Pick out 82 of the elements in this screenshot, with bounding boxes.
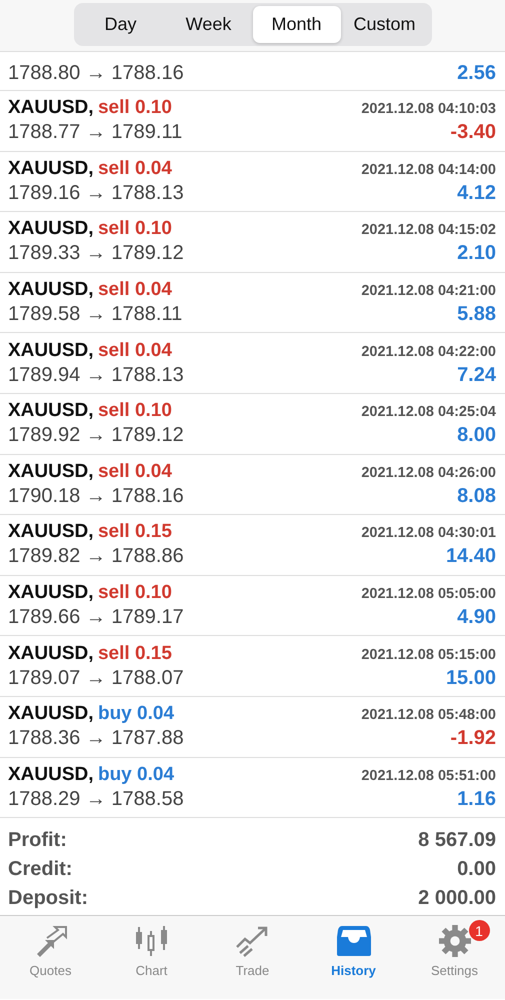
order-label: sell 0.04	[98, 460, 172, 482]
symbol-label: XAUUSD,	[8, 97, 94, 118]
price-range: 1788.77 → 1789.11	[8, 121, 182, 144]
tab-bar-item[interactable]: Settings 1	[404, 916, 505, 1000]
candlestick-icon	[134, 925, 170, 958]
deal-profit: 15.00	[446, 666, 496, 690]
symbol-label: XAUUSD,	[8, 703, 94, 724]
deal-profit: 7.24	[457, 364, 496, 387]
price-range: 1789.66 → 1789.17	[8, 606, 184, 630]
order-label: sell 0.04	[98, 340, 172, 361]
order-label: sell 0.10	[98, 400, 172, 422]
symbol-label: XAUUSD,	[8, 158, 94, 179]
order-label: sell 0.10	[98, 218, 172, 240]
symbol-label: XAUUSD,	[8, 521, 94, 542]
period-tab[interactable]: Month	[252, 6, 340, 43]
price-range: 1789.92 → 1789.12	[8, 424, 184, 448]
order-label: sell 0.04	[98, 158, 172, 179]
deal-profit: 8.00	[457, 424, 496, 448]
deal-time: 2021.12.08 04:15:02	[361, 222, 496, 238]
period-tab[interactable]: Day	[76, 6, 164, 43]
symbol-label: XAUUSD,	[8, 340, 94, 361]
deal-time: 2021.12.08 04:14:00	[361, 162, 496, 178]
deal-profit: 8.08	[457, 484, 496, 508]
symbol-label: XAUUSD,	[8, 218, 94, 240]
price-range: 1790.18 → 1788.16	[8, 484, 184, 508]
summary-value: 2 000.00	[418, 886, 496, 912]
summary-value: 0.00	[457, 857, 496, 882]
symbol-label: XAUUSD,	[8, 400, 94, 422]
deal-time: 2021.12.08 04:21:00	[361, 283, 496, 300]
summary-label: Deposit:	[8, 886, 88, 912]
deal-profit: 14.40	[446, 545, 496, 568]
deal-profit: -3.40	[450, 121, 496, 144]
price-range: 1789.94 → 1788.13	[8, 364, 184, 387]
order-label: sell 0.04	[98, 279, 172, 300]
price-range: 1789.16 → 1788.13	[8, 182, 184, 205]
deal-profit: 5.88	[457, 303, 496, 326]
deal-time: 2021.12.08 04:10:03	[361, 101, 496, 118]
inbox-icon	[336, 925, 372, 958]
tab-bar-item[interactable]: History	[303, 916, 404, 1000]
tab-bar-item[interactable]: Chart	[101, 916, 202, 1000]
summary-value: 8 567.09	[418, 828, 496, 854]
price-range: 1789.58 → 1788.11	[8, 303, 182, 326]
order-label: buy 0.04	[98, 764, 174, 785]
symbol-label: XAUUSD,	[8, 764, 94, 785]
deal-time: 2021.12.08 04:26:00	[361, 464, 496, 481]
price-range: 1788.36 → 1787.88	[8, 727, 184, 750]
price-range: 1789.07 → 1788.07	[8, 666, 184, 690]
deal-time: 2021.12.08 04:30:01	[361, 525, 496, 542]
deal-profit: 4.90	[457, 606, 496, 630]
symbol-label: XAUUSD,	[8, 279, 94, 300]
tab-bar-item[interactable]: Quotes	[0, 916, 101, 1000]
deal-time: 2021.12.08 04:22:00	[361, 344, 496, 360]
symbol-label: XAUUSD,	[8, 642, 94, 664]
summary-label: Profit:	[8, 828, 67, 854]
order-label: sell 0.15	[98, 521, 172, 542]
order-label: buy 0.04	[98, 703, 174, 724]
order-label: sell 0.10	[98, 97, 172, 118]
price-range: 1788.29 → 1788.58	[8, 788, 184, 811]
price-range: 1789.33 → 1789.12	[8, 242, 184, 266]
settings-icon	[438, 925, 472, 958]
deal-time: 2021.12.08 05:51:00	[361, 768, 496, 784]
price-range: 1788.80 → 1788.16	[8, 62, 184, 85]
deal-time: 2021.12.08 05:15:00	[361, 646, 496, 663]
deal-time: 2021.12.08 05:48:00	[361, 707, 496, 724]
trend-icon	[234, 925, 270, 958]
symbol-label: XAUUSD,	[8, 582, 94, 604]
deal-profit: 4.12	[457, 182, 496, 205]
symbol-label: XAUUSD,	[8, 460, 94, 482]
order-label: sell 0.15	[98, 642, 172, 664]
period-tab[interactable]: Custom	[340, 6, 428, 43]
deal-time: 2021.12.08 05:05:00	[361, 586, 496, 602]
deal-profit: 2.56	[457, 62, 496, 85]
tab-bar-item[interactable]: Trade	[202, 916, 303, 1000]
order-label: sell 0.10	[98, 582, 172, 604]
deal-profit: -1.92	[450, 727, 496, 750]
summary-label: Credit:	[8, 857, 72, 882]
notification-badge: 1	[468, 920, 490, 942]
deal-time: 2021.12.08 04:25:04	[361, 404, 496, 420]
period-tab[interactable]: Week	[164, 6, 252, 43]
deal-profit: 1.16	[457, 788, 496, 811]
deal-profit: 2.10	[457, 242, 496, 266]
price-range: 1789.82 → 1788.86	[8, 545, 184, 568]
